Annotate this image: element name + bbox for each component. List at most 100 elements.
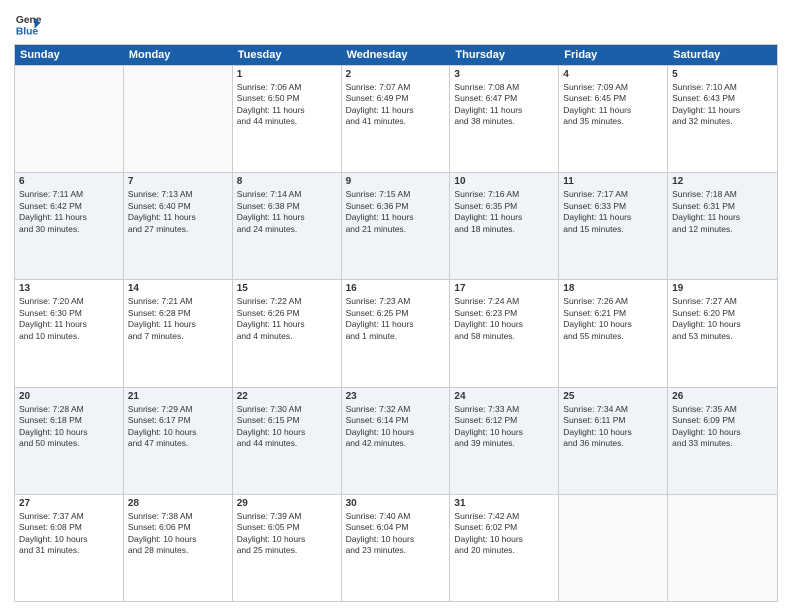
day-number: 30 — [346, 498, 446, 509]
day-number: 7 — [128, 176, 228, 187]
day-info: Sunrise: 7:27 AM Sunset: 6:20 PM Dayligh… — [672, 296, 773, 342]
calendar-cell: 4 Sunrise: 7:09 AM Sunset: 6:45 PM Daylig… — [559, 66, 668, 172]
calendar-cell — [559, 495, 668, 601]
day-number: 28 — [128, 498, 228, 509]
day-info: Sunrise: 7:37 AM Sunset: 6:08 PM Dayligh… — [19, 511, 119, 557]
day-number: 13 — [19, 283, 119, 294]
header: General Blue — [14, 10, 778, 38]
day-info: Sunrise: 7:35 AM Sunset: 6:09 PM Dayligh… — [672, 404, 773, 450]
calendar-cell: 27 Sunrise: 7:37 AM Sunset: 6:08 PM Dayli… — [15, 495, 124, 601]
day-info: Sunrise: 7:10 AM Sunset: 6:43 PM Dayligh… — [672, 82, 773, 128]
calendar-cell: 29 Sunrise: 7:39 AM Sunset: 6:05 PM Dayli… — [233, 495, 342, 601]
calendar-cell: 24Sunrise: 7:33 AM Sunset: 6:12 PM Dayli… — [450, 388, 559, 494]
day-info: Sunrise: 7:09 AM Sunset: 6:45 PM Dayligh… — [563, 82, 663, 128]
header-day-friday: Friday — [559, 45, 668, 65]
calendar-cell: 8 Sunrise: 7:14 AM Sunset: 6:38 PM Daylig… — [233, 173, 342, 279]
calendar-cell — [668, 495, 777, 601]
calendar-cell: 23Sunrise: 7:32 AM Sunset: 6:14 PM Dayli… — [342, 388, 451, 494]
calendar-cell — [124, 66, 233, 172]
day-number: 3 — [454, 69, 554, 80]
calendar: SundayMondayTuesdayWednesdayThursdayFrid… — [14, 44, 778, 602]
day-info: Sunrise: 7:40 AM Sunset: 6:04 PM Dayligh… — [346, 511, 446, 557]
calendar-cell: 22 Sunrise: 7:30 AM Sunset: 6:15 PM Dayli… — [233, 388, 342, 494]
logo: General Blue — [14, 10, 42, 38]
day-info: Sunrise: 7:21 AM Sunset: 6:28 PM Dayligh… — [128, 296, 228, 342]
day-info: Sunrise: 7:24 AM Sunset: 6:23 PM Dayligh… — [454, 296, 554, 342]
day-number: 10 — [454, 176, 554, 187]
calendar-cell: 15 Sunrise: 7:22 AM Sunset: 6:26 PM Dayli… — [233, 280, 342, 386]
day-info: Sunrise: 7:30 AM Sunset: 6:15 PM Dayligh… — [237, 404, 337, 450]
day-info: Sunrise: 7:39 AM Sunset: 6:05 PM Dayligh… — [237, 511, 337, 557]
day-info: Sunrise: 7:18 AM Sunset: 6:31 PM Dayligh… — [672, 189, 773, 235]
day-number: 9 — [346, 176, 446, 187]
header-day-sunday: Sunday — [15, 45, 124, 65]
calendar-cell: 1Sunrise: 7:06 AM Sunset: 6:50 PM Daylig… — [233, 66, 342, 172]
header-day-wednesday: Wednesday — [342, 45, 451, 65]
day-info: Sunrise: 7:17 AM Sunset: 6:33 PM Dayligh… — [563, 189, 663, 235]
header-day-tuesday: Tuesday — [233, 45, 342, 65]
calendar-header: SundayMondayTuesdayWednesdayThursdayFrid… — [15, 45, 777, 65]
day-info: Sunrise: 7:11 AM Sunset: 6:42 PM Dayligh… — [19, 189, 119, 235]
day-info: Sunrise: 7:28 AM Sunset: 6:18 PM Dayligh… — [19, 404, 119, 450]
day-number: 4 — [563, 69, 663, 80]
calendar-row-3: 13Sunrise: 7:20 AM Sunset: 6:30 PM Dayli… — [15, 279, 777, 386]
day-number: 12 — [672, 176, 773, 187]
calendar-cell: 6 Sunrise: 7:11 AM Sunset: 6:42 PM Daylig… — [15, 173, 124, 279]
day-number: 29 — [237, 498, 337, 509]
calendar-cell: 3 Sunrise: 7:08 AM Sunset: 6:47 PM Daylig… — [450, 66, 559, 172]
day-info: Sunrise: 7:38 AM Sunset: 6:06 PM Dayligh… — [128, 511, 228, 557]
day-info: Sunrise: 7:14 AM Sunset: 6:38 PM Dayligh… — [237, 189, 337, 235]
day-number: 18 — [563, 283, 663, 294]
day-number: 11 — [563, 176, 663, 187]
calendar-row-4: 20 Sunrise: 7:28 AM Sunset: 6:18 PM Dayli… — [15, 387, 777, 494]
calendar-cell: 28 Sunrise: 7:38 AM Sunset: 6:06 PM Dayli… — [124, 495, 233, 601]
day-info: Sunrise: 7:34 AM Sunset: 6:11 PM Dayligh… — [563, 404, 663, 450]
calendar-body: 1Sunrise: 7:06 AM Sunset: 6:50 PM Daylig… — [15, 65, 777, 601]
day-number: 27 — [19, 498, 119, 509]
day-number: 6 — [19, 176, 119, 187]
day-info: Sunrise: 7:22 AM Sunset: 6:26 PM Dayligh… — [237, 296, 337, 342]
calendar-cell: 11 Sunrise: 7:17 AM Sunset: 6:33 PM Dayli… — [559, 173, 668, 279]
calendar-cell: 31 Sunrise: 7:42 AM Sunset: 6:02 PM Dayli… — [450, 495, 559, 601]
calendar-cell: 21Sunrise: 7:29 AM Sunset: 6:17 PM Dayli… — [124, 388, 233, 494]
calendar-row-2: 6 Sunrise: 7:11 AM Sunset: 6:42 PM Daylig… — [15, 172, 777, 279]
calendar-cell: 12 Sunrise: 7:18 AM Sunset: 6:31 PM Dayli… — [668, 173, 777, 279]
day-number: 21 — [128, 391, 228, 402]
calendar-cell: 30 Sunrise: 7:40 AM Sunset: 6:04 PM Dayli… — [342, 495, 451, 601]
day-info: Sunrise: 7:16 AM Sunset: 6:35 PM Dayligh… — [454, 189, 554, 235]
day-info: Sunrise: 7:15 AM Sunset: 6:36 PM Dayligh… — [346, 189, 446, 235]
day-number: 16 — [346, 283, 446, 294]
calendar-cell: 10 Sunrise: 7:16 AM Sunset: 6:35 PM Dayli… — [450, 173, 559, 279]
calendar-cell: 16 Sunrise: 7:23 AM Sunset: 6:25 PM Dayli… — [342, 280, 451, 386]
day-info: Sunrise: 7:06 AM Sunset: 6:50 PM Dayligh… — [237, 82, 337, 128]
day-number: 14 — [128, 283, 228, 294]
day-info: Sunrise: 7:08 AM Sunset: 6:47 PM Dayligh… — [454, 82, 554, 128]
day-number: 22 — [237, 391, 337, 402]
header-day-thursday: Thursday — [450, 45, 559, 65]
day-info: Sunrise: 7:26 AM Sunset: 6:21 PM Dayligh… — [563, 296, 663, 342]
day-info: Sunrise: 7:07 AM Sunset: 6:49 PM Dayligh… — [346, 82, 446, 128]
calendar-row-5: 27 Sunrise: 7:37 AM Sunset: 6:08 PM Dayli… — [15, 494, 777, 601]
day-number: 20 — [19, 391, 119, 402]
calendar-cell: 20 Sunrise: 7:28 AM Sunset: 6:18 PM Dayli… — [15, 388, 124, 494]
calendar-row-1: 1Sunrise: 7:06 AM Sunset: 6:50 PM Daylig… — [15, 65, 777, 172]
day-info: Sunrise: 7:23 AM Sunset: 6:25 PM Dayligh… — [346, 296, 446, 342]
calendar-cell: 13Sunrise: 7:20 AM Sunset: 6:30 PM Dayli… — [15, 280, 124, 386]
day-info: Sunrise: 7:33 AM Sunset: 6:12 PM Dayligh… — [454, 404, 554, 450]
day-info: Sunrise: 7:42 AM Sunset: 6:02 PM Dayligh… — [454, 511, 554, 557]
day-info: Sunrise: 7:32 AM Sunset: 6:14 PM Dayligh… — [346, 404, 446, 450]
calendar-cell: 5Sunrise: 7:10 AM Sunset: 6:43 PM Daylig… — [668, 66, 777, 172]
calendar-cell: 14 Sunrise: 7:21 AM Sunset: 6:28 PM Dayli… — [124, 280, 233, 386]
calendar-cell: 17 Sunrise: 7:24 AM Sunset: 6:23 PM Dayli… — [450, 280, 559, 386]
calendar-cell: 19Sunrise: 7:27 AM Sunset: 6:20 PM Dayli… — [668, 280, 777, 386]
calendar-cell: 25Sunrise: 7:34 AM Sunset: 6:11 PM Dayli… — [559, 388, 668, 494]
day-number: 2 — [346, 69, 446, 80]
day-number: 15 — [237, 283, 337, 294]
calendar-cell: 9 Sunrise: 7:15 AM Sunset: 6:36 PM Daylig… — [342, 173, 451, 279]
day-number: 26 — [672, 391, 773, 402]
logo-icon: General Blue — [14, 10, 42, 38]
day-number: 31 — [454, 498, 554, 509]
calendar-cell — [15, 66, 124, 172]
day-number: 17 — [454, 283, 554, 294]
day-number: 8 — [237, 176, 337, 187]
